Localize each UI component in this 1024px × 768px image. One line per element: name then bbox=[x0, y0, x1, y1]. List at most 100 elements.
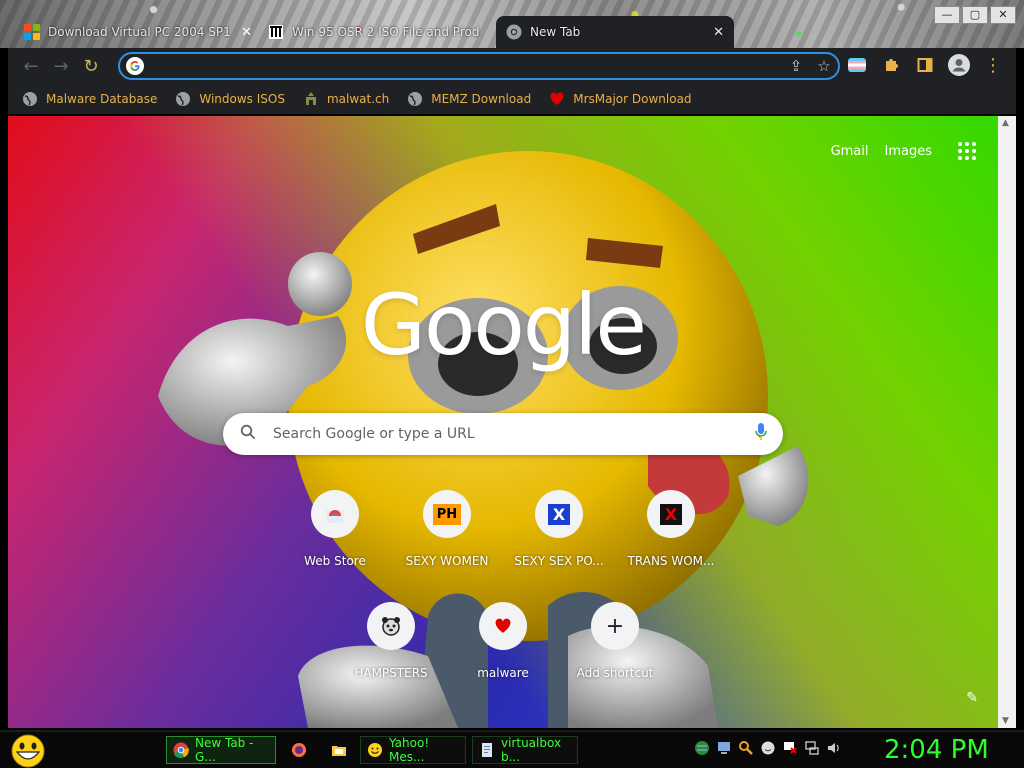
task-label: Yahoo! Mes... bbox=[389, 736, 430, 764]
task-virtualbox[interactable]: virtualbox b... bbox=[472, 736, 578, 764]
security-flag-icon[interactable] bbox=[782, 740, 798, 756]
browser-toolbar: ← → ↻ ⇪ ☆ ⋮ bbox=[8, 48, 1016, 84]
maximize-button[interactable]: ▢ bbox=[962, 6, 988, 24]
minimize-button[interactable]: — bbox=[934, 6, 960, 24]
extensions-puzzle-icon[interactable] bbox=[878, 52, 904, 78]
bookmark-label: malwat.ch bbox=[326, 92, 390, 106]
bookmark-memz-download[interactable]: MEMZ Download bbox=[407, 91, 531, 107]
tab-virtual-pc[interactable]: Download Virtual PC 2004 SP1 fr ✕ bbox=[14, 16, 262, 48]
search-icon bbox=[223, 424, 273, 444]
shortcut-label: Add shortcut bbox=[576, 666, 654, 680]
top-links: Gmail Images bbox=[831, 140, 978, 162]
tab-label: New Tab bbox=[530, 25, 581, 39]
archive-icon bbox=[269, 25, 283, 39]
yahoo-icon bbox=[368, 743, 382, 757]
shortcut-label: SEXY SEX PO... bbox=[514, 554, 604, 568]
firefox-icon bbox=[292, 743, 306, 757]
bookmark-label: MrsMajor Download bbox=[573, 92, 692, 106]
bookmark-malwatch[interactable]: malwat.ch bbox=[303, 91, 389, 107]
scroll-down-arrow-icon[interactable]: ▼ bbox=[1002, 716, 1009, 726]
heart-icon bbox=[550, 92, 564, 105]
tab-close-icon[interactable]: ✕ bbox=[241, 25, 252, 40]
side-panel-icon[interactable] bbox=[912, 52, 938, 78]
x-blue-icon: X bbox=[535, 490, 583, 538]
microphone-icon[interactable] bbox=[739, 422, 783, 446]
bookmark-windows-isos[interactable]: Windows ISOS bbox=[175, 91, 285, 107]
task-yahoo-messenger[interactable]: Yahoo! Mes... bbox=[360, 736, 466, 764]
microsoft-logo-icon bbox=[24, 24, 40, 40]
chrome-icon bbox=[173, 742, 189, 758]
images-link[interactable]: Images bbox=[885, 144, 933, 159]
address-input[interactable] bbox=[154, 58, 782, 74]
taskbar: New Tab - G... Yahoo! Mes... virtualbox … bbox=[0, 730, 1024, 768]
shortcut-hampsters[interactable]: HAMPSTERS bbox=[335, 602, 447, 680]
title-bar: — ▢ ✕ Download Virtual PC 2004 SP1 fr ✕ … bbox=[0, 0, 1024, 48]
page-scrollbar[interactable]: ▲ ▼ bbox=[998, 116, 1016, 728]
share-icon[interactable]: ⇪ bbox=[782, 57, 810, 75]
webstore-icon bbox=[311, 490, 359, 538]
shortcut-malware[interactable]: malware bbox=[447, 602, 559, 680]
task-firefox[interactable] bbox=[284, 736, 316, 764]
task-folder[interactable] bbox=[324, 736, 356, 764]
bookmarks-bar: Malware Database Windows ISOS malwat.ch … bbox=[8, 84, 1016, 114]
folder-icon bbox=[332, 746, 346, 756]
plus-icon: + bbox=[591, 602, 639, 650]
malwatch-icon bbox=[305, 92, 316, 105]
messenger-smiley-icon[interactable] bbox=[760, 740, 776, 756]
shortcut-sexy-sex-po[interactable]: X SEXY SEX PO... bbox=[503, 490, 615, 568]
shortcut-label: SEXY WOMEN bbox=[405, 554, 489, 568]
trans-flag-extension-icon[interactable] bbox=[844, 52, 870, 78]
gmail-link[interactable]: Gmail bbox=[831, 144, 869, 159]
shortcut-add[interactable]: + Add shortcut bbox=[559, 602, 671, 680]
tab-win95-iso[interactable]: Win 95 OSR 2 ISO File and Prod bbox=[258, 16, 498, 48]
search-input[interactable] bbox=[273, 426, 739, 442]
reload-button[interactable]: ↻ bbox=[76, 51, 106, 81]
profile-avatar-icon[interactable] bbox=[946, 52, 972, 78]
globe-icon bbox=[23, 92, 37, 106]
customize-pencil-icon[interactable]: ✎ bbox=[966, 690, 978, 706]
google-logo: Google bbox=[360, 276, 647, 374]
shortcut-label: TRANS WOM... bbox=[627, 554, 715, 568]
new-tab-page: Gmail Images Google We bbox=[8, 116, 998, 728]
scroll-up-arrow-icon[interactable]: ▲ bbox=[1002, 118, 1009, 128]
bookmark-malware-database[interactable]: Malware Database bbox=[22, 91, 157, 107]
bookmark-label: Windows ISOS bbox=[199, 92, 285, 106]
shortcut-label: HAMPSTERS bbox=[354, 666, 428, 680]
search-box[interactable] bbox=[223, 413, 783, 455]
network-connection-icon[interactable] bbox=[804, 740, 820, 756]
system-tray bbox=[694, 740, 842, 756]
document-icon bbox=[482, 743, 492, 757]
window-controls: — ▢ ✕ bbox=[934, 6, 1016, 24]
volume-speaker-icon[interactable] bbox=[826, 740, 842, 756]
chrome-icon bbox=[506, 24, 522, 40]
computer-icon[interactable] bbox=[716, 740, 732, 756]
shortcut-web-store[interactable]: Web Store bbox=[279, 490, 391, 568]
close-window-button[interactable]: ✕ bbox=[990, 6, 1016, 24]
shortcut-sexy-women[interactable]: PH SEXY WOMEN bbox=[391, 490, 503, 568]
hamster-icon bbox=[367, 602, 415, 650]
task-label: virtualbox b... bbox=[501, 736, 562, 764]
bookmark-star-icon[interactable]: ☆ bbox=[810, 57, 838, 75]
task-label: New Tab - G... bbox=[195, 736, 254, 764]
shortcut-trans-wom[interactable]: X TRANS WOM... bbox=[615, 490, 727, 568]
taskbar-clock[interactable]: 2:04 PM bbox=[884, 735, 989, 765]
x-red-icon: X bbox=[647, 490, 695, 538]
search-magnifier-icon[interactable] bbox=[738, 740, 754, 756]
back-button[interactable]: ← bbox=[16, 51, 46, 81]
network-globe-icon[interactable] bbox=[694, 740, 710, 756]
globe-icon bbox=[176, 92, 191, 106]
google-apps-icon[interactable] bbox=[956, 140, 978, 162]
task-chrome[interactable]: New Tab - G... bbox=[166, 736, 276, 764]
address-bar[interactable]: ⇪ ☆ bbox=[118, 52, 840, 80]
tab-label: Download Virtual PC 2004 SP1 fr bbox=[48, 25, 234, 39]
shortcut-label: Web Store bbox=[304, 554, 366, 568]
tab-close-icon[interactable]: ✕ bbox=[713, 25, 724, 40]
bookmark-mrsmajor-download[interactable]: MrsMajor Download bbox=[549, 91, 692, 107]
tab-new-tab[interactable]: New Tab ✕ bbox=[496, 16, 734, 48]
menu-kebab-icon[interactable]: ⋮ bbox=[980, 52, 1006, 78]
shortcut-label: malware bbox=[477, 666, 529, 680]
forward-button[interactable]: → bbox=[46, 51, 76, 81]
toolbar-right: ⋮ bbox=[844, 52, 1006, 78]
bookmark-label: MEMZ Download bbox=[431, 92, 532, 106]
start-smiley-icon[interactable] bbox=[8, 734, 48, 768]
